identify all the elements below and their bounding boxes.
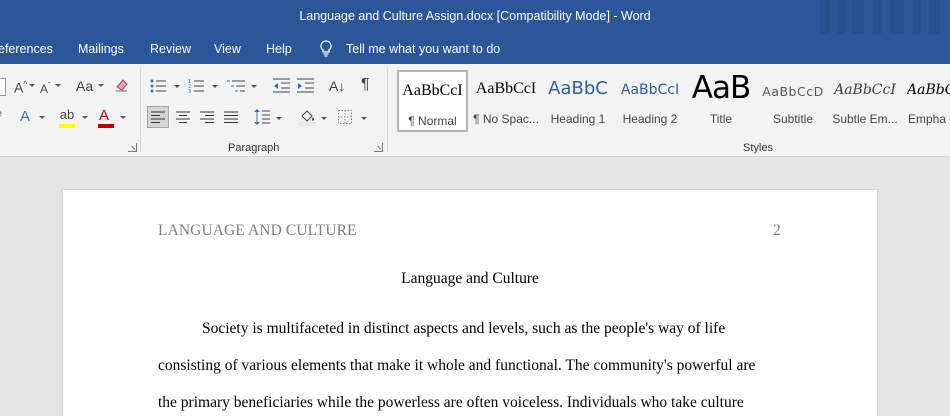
chevron-down-icon [276, 117, 282, 120]
justify-icon[interactable] [224, 111, 238, 123]
style-normal[interactable]: AaBbCcI ¶ Normal [397, 70, 468, 132]
tell-me-search[interactable]: Tell me what you want to do [346, 42, 500, 56]
shrink-font-icon[interactable]: Aˇ [40, 78, 51, 97]
chevron-down-icon [251, 85, 257, 88]
styles-group-label: Styles [743, 142, 773, 154]
sort-icon[interactable]: A↓ [329, 78, 345, 94]
style-sample: AaBbCcI [475, 80, 537, 97]
style-name: ¶ Normal [408, 114, 457, 128]
font-color-bar [98, 124, 114, 128]
style-name: Title [709, 112, 733, 126]
style-sample: AaBbCcI [620, 82, 680, 98]
grow-font-icon[interactable]: A^ [14, 77, 27, 96]
change-case-icon[interactable]: Aa [76, 78, 93, 94]
style-sample: AaBbCcD [762, 84, 824, 99]
clear-formatting-icon[interactable] [113, 77, 129, 93]
chevron-down-icon [321, 117, 327, 120]
style-name: Heading 1 [550, 112, 606, 126]
pilcrow-icon[interactable]: ¶ [361, 77, 370, 93]
lightbulb-icon[interactable] [319, 40, 333, 57]
chevron-down-icon [361, 117, 367, 120]
style-name: Empha [908, 112, 947, 126]
document-page[interactable]: LANGUAGE AND CULTURE 2 Language and Cult… [63, 190, 877, 416]
page-number: 2 [773, 222, 781, 239]
style-name: ¶ No Spac... [473, 112, 539, 126]
style-name: Heading 2 [622, 112, 678, 126]
paragraph-group-label: Paragraph [228, 142, 280, 154]
style-emphasis[interactable]: AaBbCcI Empha [903, 70, 950, 132]
chevron-down-icon [39, 116, 45, 119]
document-title[interactable]: Language and Culture [63, 270, 877, 288]
tab-mailings[interactable]: Mailings [78, 42, 124, 56]
document-area[interactable]: LANGUAGE AND CULTURE 2 Language and Cult… [0, 157, 950, 416]
tab-help[interactable]: Help [266, 42, 292, 56]
line-spacing-icon[interactable] [254, 108, 270, 126]
tab-review[interactable]: Review [150, 42, 191, 56]
chevron-down-icon [55, 84, 61, 87]
tab-references[interactable]: eferences [0, 42, 53, 56]
style-heading-1[interactable]: AaBbC Heading 1 [542, 70, 614, 132]
chevron-down-icon [82, 116, 88, 119]
align-left-button[interactable] [147, 106, 169, 128]
chevron-down-icon [120, 116, 126, 119]
text-effects-icon[interactable]: A [20, 109, 30, 125]
style-sample: AaBbC [548, 78, 608, 99]
decrease-indent-icon[interactable] [273, 78, 291, 94]
style-name: Subtitle [772, 112, 814, 126]
style-sample: AaB [691, 70, 751, 106]
style-sample: AaBbCcI [834, 82, 896, 98]
tab-view[interactable]: View [214, 42, 241, 56]
paragraph-dialog-launcher-icon[interactable] [374, 143, 383, 152]
style-sample: AaBbCcI [907, 82, 950, 98]
align-right-icon[interactable] [200, 111, 214, 123]
style-subtle-emphasis[interactable]: AaBbCcI Subtle Em... [829, 70, 901, 132]
style-title[interactable]: AaB Title [686, 70, 756, 132]
style-heading-2[interactable]: AaBbCcI Heading 2 [614, 70, 686, 132]
font-dialog-launcher-icon[interactable] [128, 143, 137, 152]
superscript-fragment: ² [0, 108, 2, 124]
style-subtitle[interactable]: AaBbCcD Subtitle [757, 70, 829, 132]
chevron-down-icon [98, 84, 104, 87]
ribbon: A^ Aˇ Aa ² A ab A 1 2 3 [0, 64, 950, 157]
style-sample: AaBbCcI [402, 82, 463, 99]
borders-icon[interactable] [338, 110, 352, 124]
style-name: Subtle Em... [832, 112, 898, 126]
highlight-icon[interactable]: ab [58, 107, 76, 123]
window-title: Language and Culture Assign.docx [Compat… [299, 9, 651, 23]
multilevel-list-icon[interactable] [227, 78, 247, 94]
styles-gallery: AaBbCcI ¶ Normal AaBbCcI ¶ No Spac... Aa… [396, 70, 950, 132]
font-color-icon[interactable]: A [99, 108, 109, 124]
paragraph-line[interactable]: Society is multifaceted in distinct aspe… [202, 320, 725, 338]
bullets-icon[interactable] [150, 78, 168, 94]
font-size-box[interactable] [0, 78, 6, 96]
paragraph-line[interactable]: the primary beneficiaries while the powe… [158, 394, 744, 412]
numbering-icon[interactable]: 1 2 3 [188, 78, 206, 94]
paragraph-line[interactable]: consisting of various elements that make… [158, 357, 755, 375]
highlight-color-bar [59, 124, 75, 128]
page-header[interactable]: LANGUAGE AND CULTURE [158, 222, 357, 240]
chevron-down-icon [212, 85, 218, 88]
chevron-down-icon [174, 85, 180, 88]
ribbon-divider [140, 68, 141, 152]
style-no-spacing[interactable]: AaBbCcI ¶ No Spac... [470, 70, 542, 132]
shading-icon[interactable] [299, 108, 317, 126]
chevron-down-icon [29, 84, 35, 87]
title-bar: Language and Culture Assign.docx [Compat… [0, 0, 950, 34]
align-center-icon[interactable] [176, 111, 190, 123]
svg-text:3: 3 [188, 89, 191, 94]
ribbon-divider [387, 68, 388, 152]
align-left-icon [151, 111, 165, 123]
menu-bar: eferences Mailings Review View Help Tell… [0, 34, 950, 64]
increase-indent-icon[interactable] [297, 78, 315, 94]
